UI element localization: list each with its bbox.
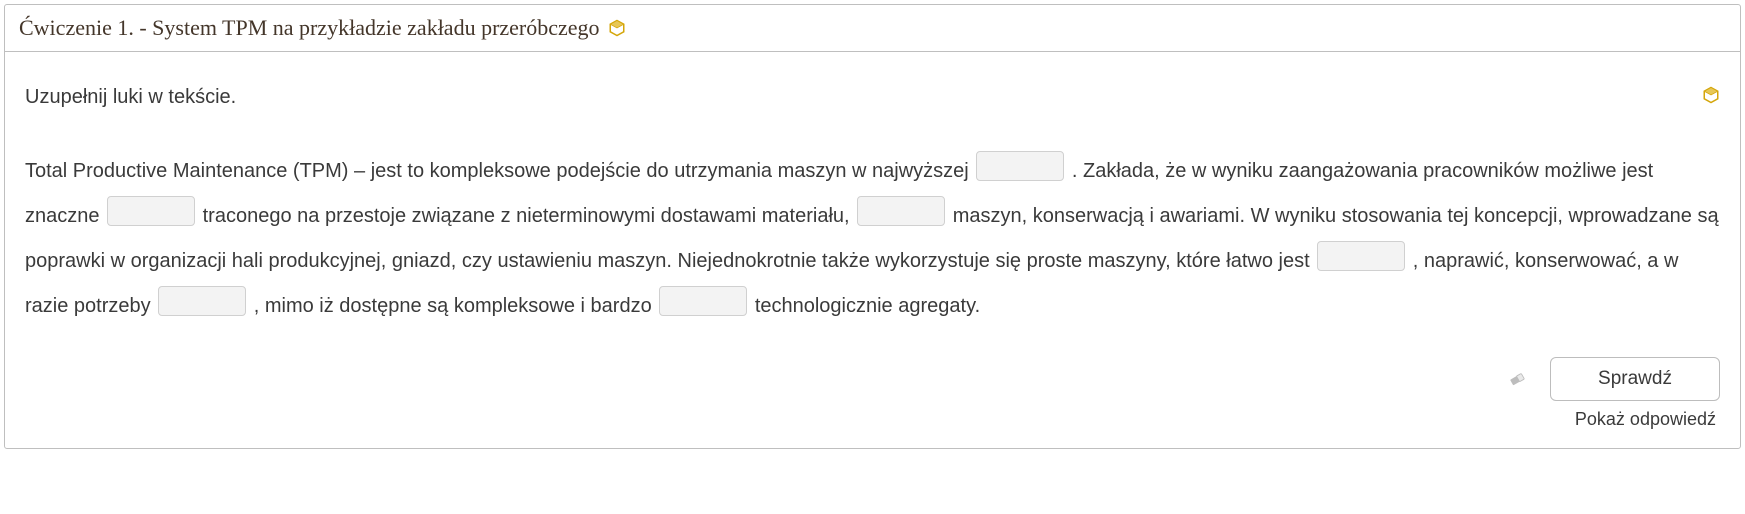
- text-segment: technologicznie agregaty.: [755, 295, 980, 317]
- actions-top-row: Sprawdź: [1506, 357, 1720, 401]
- show-answer-link[interactable]: Pokaż odpowiedź: [1575, 409, 1720, 430]
- instruction-text: Uzupełnij luki w tekście.: [25, 86, 236, 109]
- text-segment: , mimo iż dostępne są kompleksowe i bard…: [254, 295, 658, 317]
- blank-input-5[interactable]: [158, 286, 246, 316]
- blank-input-4[interactable]: [1317, 241, 1405, 271]
- blank-input-3[interactable]: [857, 196, 945, 226]
- blank-input-6[interactable]: [659, 286, 747, 316]
- blank-input-2[interactable]: [107, 196, 195, 226]
- check-button[interactable]: Sprawdź: [1550, 357, 1720, 401]
- blank-input-1[interactable]: [976, 151, 1064, 181]
- eraser-icon[interactable]: [1506, 368, 1528, 390]
- panel-header: Ćwiczenie 1. - System TPM na przykładzie…: [5, 5, 1740, 52]
- text-segment: Total Productive Maintenance (TPM) – jes…: [25, 160, 974, 182]
- exercise-panel: Ćwiczenie 1. - System TPM na przykładzie…: [4, 4, 1741, 449]
- hex-icon: [1702, 86, 1720, 104]
- exercise-text: Total Productive Maintenance (TPM) – jes…: [25, 147, 1720, 327]
- exercise-title: Ćwiczenie 1. - System TPM na przykładzie…: [19, 15, 600, 41]
- panel-body: Uzupełnij luki w tekście. Total Producti…: [5, 52, 1740, 448]
- actions-area: Sprawdź Pokaż odpowiedź: [25, 357, 1720, 430]
- text-segment: traconego na przestoje związane z nieter…: [203, 205, 856, 227]
- instruction-row: Uzupełnij luki w tekście.: [25, 86, 1720, 109]
- hex-icon: [608, 19, 626, 37]
